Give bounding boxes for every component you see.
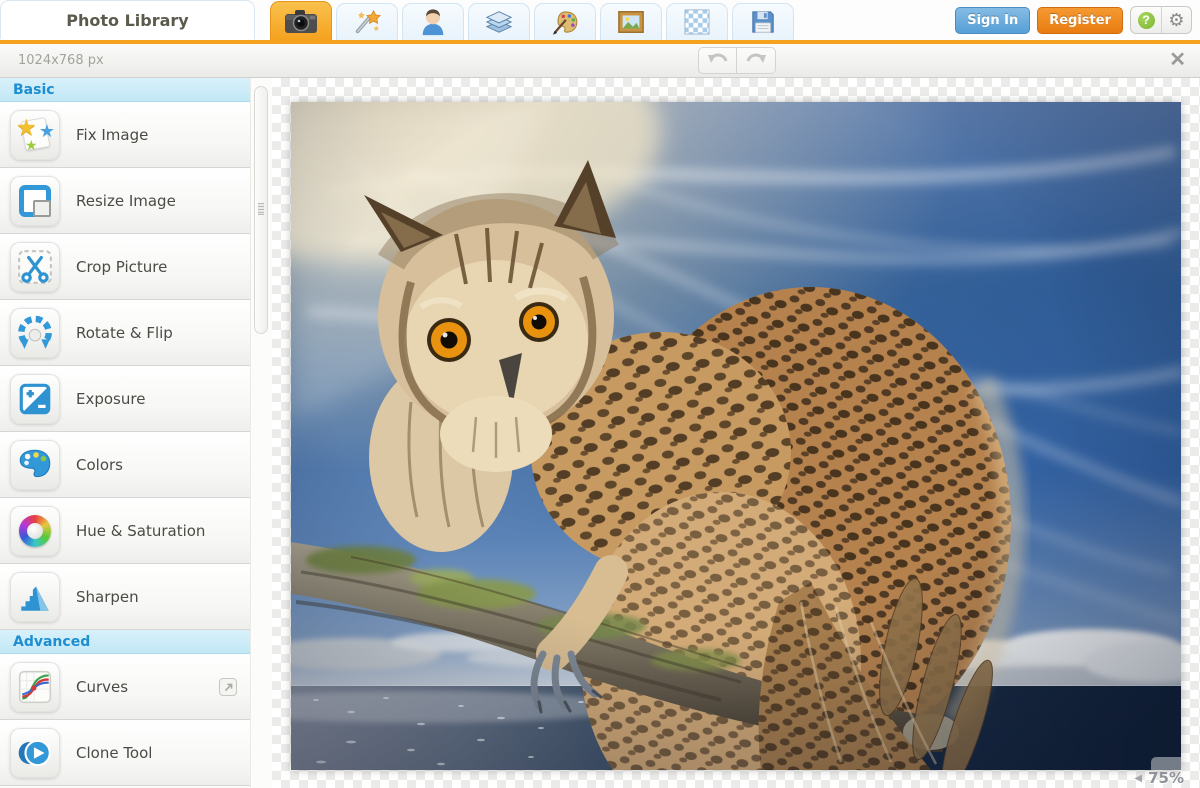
- rotate-flip-icon: [10, 308, 60, 358]
- section-header-advanced: Advanced: [0, 630, 250, 654]
- close-button[interactable]: ✕: [1167, 48, 1188, 72]
- paint-palette-icon: [551, 9, 579, 36]
- hue-saturation-icon: [10, 506, 60, 556]
- scrollbar-grip: [258, 203, 264, 215]
- tab-camera[interactable]: [270, 1, 332, 40]
- photo-library-tab[interactable]: Photo Library: [0, 0, 255, 39]
- canvas-area[interactable]: ◀ 75%: [272, 78, 1200, 788]
- magic-wand-icon: [353, 8, 381, 36]
- tab-paint[interactable]: [534, 3, 596, 40]
- gear-icon: ⚙: [1168, 11, 1184, 29]
- zoom-collapse-icon: ◀: [1134, 773, 1142, 784]
- top-bar: Photo Library Sign In Register ? ⚙: [0, 0, 1200, 44]
- help-button[interactable]: ?: [1131, 7, 1161, 33]
- sidebar-scrollbar[interactable]: [250, 78, 272, 788]
- tab-portrait[interactable]: [402, 3, 464, 40]
- tool-label: Colors: [76, 456, 123, 474]
- section-header-basic: Basic: [0, 78, 250, 102]
- floppy-disk-icon: [750, 9, 776, 35]
- zoom-indicator[interactable]: ◀ 75%: [1134, 769, 1184, 787]
- sidebar-item-fix-image[interactable]: ★★★ Fix Image: [0, 102, 250, 168]
- clone-tool-icon: [10, 728, 60, 778]
- zoom-level-label: 75%: [1148, 769, 1184, 787]
- image-dimensions-label: 1024x768 px: [18, 53, 104, 68]
- register-button[interactable]: Register: [1037, 7, 1123, 34]
- sidebar-item-resize-image[interactable]: Resize Image: [0, 168, 250, 234]
- camera-icon: [284, 8, 318, 34]
- tool-tabs: [270, 1, 798, 40]
- undo-button[interactable]: [698, 47, 737, 74]
- exposure-icon: [10, 374, 60, 424]
- undo-redo-group: [698, 47, 776, 74]
- tool-label: Sharpen: [76, 588, 139, 606]
- tool-label: Resize Image: [76, 192, 176, 210]
- layers-icon: [485, 8, 513, 36]
- checkerboard-icon: [684, 9, 710, 35]
- sidebar-item-curves[interactable]: Curves: [0, 654, 250, 720]
- sidebar-item-rotate-flip[interactable]: Rotate & Flip: [0, 300, 250, 366]
- photo-editor-app: Photo Library Sign In Register ? ⚙ 1024x…: [0, 0, 1200, 788]
- crop-picture-icon: [10, 242, 60, 292]
- owl-photo[interactable]: [291, 102, 1181, 770]
- sidebar-item-exposure[interactable]: Exposure: [0, 366, 250, 432]
- auth-controls: Sign In Register ? ⚙: [955, 6, 1192, 34]
- redo-button[interactable]: [737, 47, 776, 74]
- sharpen-icon: [10, 572, 60, 622]
- tab-frames[interactable]: [600, 3, 662, 40]
- tool-label: Crop Picture: [76, 258, 167, 276]
- external-link-badge-icon: [219, 678, 237, 696]
- tool-label: Clone Tool: [76, 744, 152, 762]
- tab-layers[interactable]: [468, 3, 530, 40]
- tool-label: Curves: [76, 678, 128, 696]
- sidebar-item-clone-tool[interactable]: Clone Tool: [0, 720, 250, 786]
- tab-wand[interactable]: [336, 3, 398, 40]
- tab-textures[interactable]: [666, 3, 728, 40]
- tool-label: Exposure: [76, 390, 145, 408]
- owl-photo-graphic: [291, 102, 1181, 770]
- person-icon: [419, 8, 447, 36]
- tab-save[interactable]: [732, 3, 794, 40]
- canvas-toolbar: 1024x768 px ✕: [0, 44, 1200, 78]
- fix-image-icon: ★★★: [10, 110, 60, 160]
- sidebar-item-colors[interactable]: Colors: [0, 432, 250, 498]
- sign-in-button[interactable]: Sign In: [955, 7, 1030, 34]
- question-icon: ?: [1138, 12, 1155, 29]
- tools-sidebar: Basic ★★★ Fix Image Resize Image Crop Pictur…: [0, 78, 250, 788]
- main-area: Basic ★★★ Fix Image Resize Image Crop Pictur…: [0, 78, 1200, 788]
- photo-library-label: Photo Library: [66, 11, 188, 30]
- help-settings-group: ? ⚙: [1130, 6, 1192, 34]
- close-icon: ✕: [1169, 49, 1186, 71]
- curves-icon: [10, 662, 60, 712]
- picture-frame-icon: [617, 8, 645, 36]
- tool-label: Fix Image: [76, 126, 148, 144]
- sidebar-item-sharpen[interactable]: Sharpen: [0, 564, 250, 630]
- tool-label: Rotate & Flip: [76, 324, 173, 342]
- resize-image-icon: [10, 176, 60, 226]
- settings-button[interactable]: ⚙: [1161, 7, 1191, 33]
- sidebar-item-crop-picture[interactable]: Crop Picture: [0, 234, 250, 300]
- scrollbar-thumb[interactable]: [254, 86, 268, 334]
- undo-icon: [707, 51, 729, 70]
- colors-icon: [10, 440, 60, 490]
- tool-label: Hue & Saturation: [76, 522, 205, 540]
- redo-icon: [745, 51, 767, 70]
- sidebar-item-hue-saturation[interactable]: Hue & Saturation: [0, 498, 250, 564]
